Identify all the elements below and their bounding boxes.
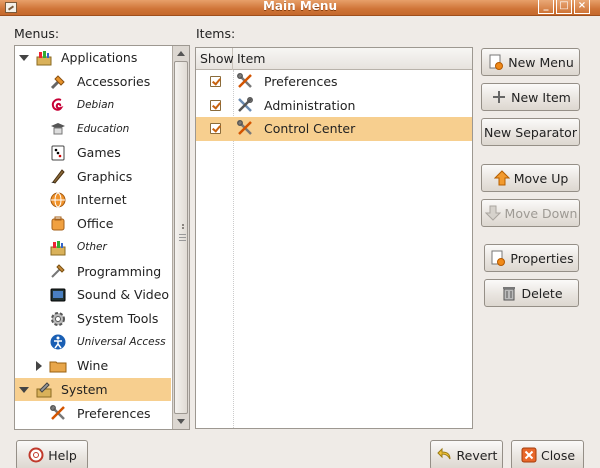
sound-video-icon — [49, 286, 67, 304]
delete-button[interactable]: Delete — [484, 279, 579, 307]
menu-tree-item-label: Accessories — [77, 74, 151, 90]
items-table[interactable]: Show Item Preferences Administration Contr… — [195, 47, 473, 429]
debian-icon — [49, 96, 67, 114]
properties-icon — [489, 249, 507, 267]
plus-icon — [490, 88, 508, 106]
arrow-up-icon — [493, 169, 511, 187]
new-menu-icon — [487, 53, 505, 71]
menus-tree[interactable]: Applications Accessories Debian Education Ga… — [14, 45, 190, 430]
menu-tree-item-label: System Tools — [77, 310, 159, 326]
menu-tree-item-label: Education — [77, 122, 130, 135]
window-title: Main Menu — [262, 0, 338, 13]
pane-resize-handle[interactable] — [182, 224, 186, 232]
move-down-button[interactable]: Move Down — [481, 199, 580, 227]
internet-icon — [49, 191, 67, 209]
menu-tree-item-label: Other — [77, 241, 107, 254]
trash-icon — [500, 284, 518, 302]
expander-collapsed-icon[interactable] — [36, 360, 42, 371]
wine-folder-icon — [49, 357, 67, 375]
menu-tree-item[interactable]: Preferences — [15, 401, 171, 425]
move-up-button[interactable]: Move Up — [481, 164, 580, 192]
help-button[interactable]: Help — [16, 440, 88, 468]
menu-tree-item[interactable]: Wine — [15, 354, 171, 378]
menu-tree-item-label: Universal Access — [77, 336, 166, 349]
items-table-row[interactable]: Preferences — [196, 70, 472, 94]
item-label: Administration — [264, 97, 356, 113]
item-label: Preferences — [264, 74, 338, 89]
office-icon — [49, 215, 67, 233]
close-x-icon — [520, 446, 538, 464]
system-tools-icon — [49, 310, 67, 328]
expander-expanded-icon[interactable] — [19, 386, 29, 393]
menu-tree-item[interactable]: Universal Access — [15, 330, 171, 354]
games-icon — [49, 144, 67, 162]
maximize-button[interactable]: □ — [556, 0, 572, 14]
menu-tree-item[interactable]: Graphics — [15, 164, 171, 188]
menu-tree-item-label: Wine — [77, 358, 109, 374]
items-label: Items: — [196, 26, 236, 41]
scroll-down-arrow-icon[interactable] — [177, 419, 185, 424]
control-center-icon — [236, 119, 256, 139]
menu-tree-item[interactable]: Programming — [15, 259, 171, 283]
menu-tree-item[interactable]: Debian — [15, 93, 171, 117]
menu-tree-item[interactable]: Games — [15, 141, 171, 165]
scroll-up-arrow-icon[interactable] — [177, 51, 185, 56]
education-icon — [49, 120, 67, 138]
menu-tree-item[interactable]: Internet — [15, 188, 171, 212]
menus-scrollbar[interactable] — [172, 46, 189, 429]
menu-tree-item[interactable]: Education — [15, 117, 171, 141]
menu-tree-item-label: Debian — [77, 99, 115, 112]
menu-tree-item-label: Games — [77, 145, 121, 161]
scrollbar-thumb[interactable] — [174, 61, 188, 414]
preferences-icon — [236, 72, 256, 92]
new-item-button[interactable]: New Item — [481, 83, 580, 111]
title-bar[interactable]: Main Menu _ □ × — [0, 0, 600, 16]
menu-tree-item-label: Office — [77, 216, 114, 232]
menu-tree-item-label: Graphics — [77, 168, 133, 184]
other-icon — [49, 239, 67, 257]
help-lifebuoy-icon — [27, 446, 45, 464]
menu-tree-item[interactable]: Other — [15, 236, 171, 260]
close-window-button[interactable]: × — [574, 0, 590, 14]
menu-tree-item[interactable]: System Tools — [15, 307, 171, 331]
revert-icon — [436, 446, 454, 464]
universal-access-icon — [49, 333, 67, 351]
administration-icon — [236, 96, 256, 116]
new-separator-button[interactable]: New Separator — [481, 118, 580, 146]
minimize-button[interactable]: _ — [538, 0, 554, 14]
menu-tree-item-label: Preferences — [77, 405, 151, 421]
properties-button[interactable]: Properties — [484, 244, 579, 272]
menu-tree-item-label: Programming — [77, 263, 162, 279]
column-header-show[interactable]: Show — [196, 48, 234, 70]
programming-icon — [49, 262, 67, 280]
show-checkbox[interactable] — [210, 123, 221, 134]
menu-tree-item-label: Internet — [77, 192, 127, 208]
accessories-icon — [49, 73, 67, 91]
menu-tree-item-label: System — [61, 381, 108, 397]
arrow-down-icon — [484, 204, 502, 222]
show-checkbox[interactable] — [210, 99, 221, 111]
items-table-row[interactable]: Control Center — [196, 117, 472, 141]
menus-label: Menus: — [14, 26, 60, 41]
menu-tree-item[interactable]: Applications — [15, 46, 171, 70]
graphics-icon — [49, 167, 67, 185]
new-menu-button[interactable]: New Menu — [481, 48, 580, 76]
preferences-icon — [49, 404, 67, 422]
items-table-header: Show Item — [196, 48, 472, 70]
column-header-item[interactable]: Item — [233, 48, 474, 70]
menu-tree-item[interactable]: Accessories — [15, 70, 171, 94]
items-table-row[interactable]: Administration — [196, 94, 472, 118]
system-icon — [35, 381, 53, 399]
menu-tree-item[interactable]: System — [15, 377, 171, 402]
menu-tree-item[interactable]: Office — [15, 212, 171, 236]
revert-button[interactable]: Revert — [430, 440, 503, 468]
menu-tree-item-label: Applications — [61, 50, 138, 66]
item-label: Control Center — [264, 121, 356, 136]
menu-tree-item[interactable]: Sound & Video — [15, 283, 171, 307]
menu-tree-item-label: Sound & Video — [77, 287, 170, 303]
close-button[interactable]: Close — [511, 440, 584, 468]
show-checkbox[interactable] — [210, 76, 221, 87]
applications-icon — [35, 49, 53, 67]
expander-expanded-icon[interactable] — [19, 55, 29, 61]
